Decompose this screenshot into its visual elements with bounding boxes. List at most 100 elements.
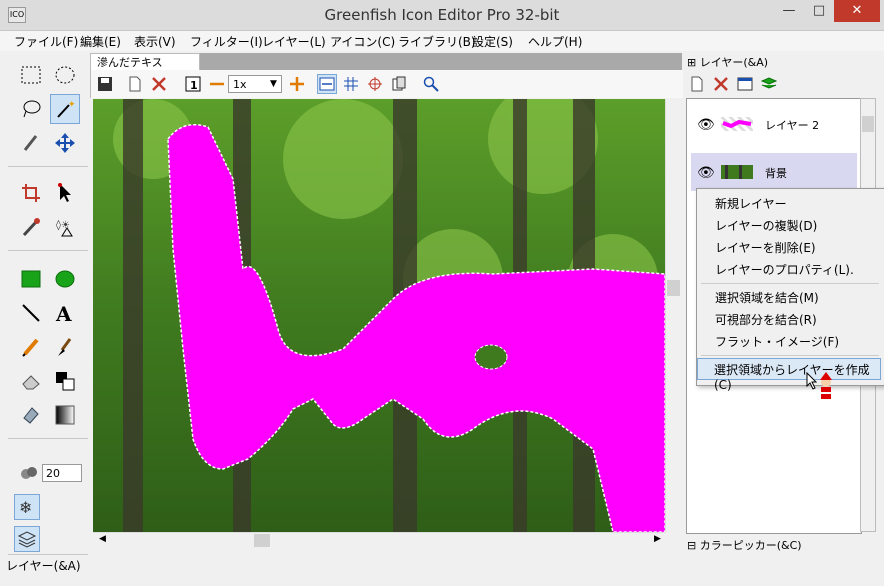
zoom-in-icon[interactable]: [287, 74, 307, 94]
eraser-icon[interactable]: [16, 366, 46, 396]
fit-width-icon[interactable]: [317, 74, 337, 94]
menu-file[interactable]: ファイル(F): [14, 33, 78, 50]
layer-row[interactable]: 👁 レイヤー 2: [691, 105, 857, 143]
svg-text:✦: ✦: [68, 100, 76, 110]
preview-icon[interactable]: [389, 74, 409, 94]
layer-panel-label[interactable]: レイヤー(&A): [6, 557, 81, 574]
crosshair-icon[interactable]: [365, 74, 385, 94]
merge-layers-icon[interactable]: [759, 74, 779, 94]
move-icon[interactable]: [50, 128, 80, 158]
save-icon[interactable]: [95, 74, 115, 94]
pointer-icon[interactable]: [50, 178, 80, 208]
eye-icon[interactable]: 👁: [697, 165, 715, 181]
new-layer-icon[interactable]: [687, 74, 707, 94]
layers-panel-header[interactable]: ⊞ レイヤー(&A): [687, 54, 877, 70]
pencil-icon[interactable]: [16, 332, 46, 362]
menu-item-merge-visible[interactable]: 可視部分を結合(R): [715, 311, 817, 328]
scroll-left-icon[interactable]: ◀: [99, 534, 106, 544]
eye-icon[interactable]: 👁: [697, 117, 715, 133]
color-picker-header[interactable]: ⊟ カラーピッカー(&C): [687, 537, 877, 553]
magic-wand-icon[interactable]: ✦: [50, 94, 80, 124]
maximize-button[interactable]: □: [804, 0, 834, 22]
menu-bar: ファイル(F) 編集(E) 表示(V) フィルター(I) レイヤー(L) アイコ…: [0, 31, 884, 51]
menu-icon[interactable]: アイコン(C): [330, 33, 395, 50]
expand-icon[interactable]: ⊞: [687, 56, 696, 69]
layer-scroll-thumb[interactable]: [862, 116, 874, 132]
menu-help[interactable]: ヘルプ(H): [528, 33, 582, 50]
menu-item-duplicate-layer[interactable]: レイヤーの複製(D): [715, 217, 817, 234]
scroll-right-icon[interactable]: ▶: [654, 534, 661, 544]
vertical-scroll-thumb[interactable]: [667, 280, 680, 296]
chevron-down-icon: ▼: [270, 79, 277, 89]
canvas-vertical-scrollbar[interactable]: [665, 99, 683, 532]
canvas-horizontal-scrollbar[interactable]: [93, 532, 665, 550]
menu-item-merge-selection[interactable]: 選択領域を結合(M): [715, 289, 819, 306]
layer-row[interactable]: 👁 背景: [691, 153, 857, 191]
zoom-out-icon[interactable]: [207, 74, 227, 94]
crop-icon[interactable]: [16, 178, 46, 208]
collapse-icon[interactable]: ⊟: [687, 539, 696, 552]
menu-filter[interactable]: フィルター(I): [190, 33, 263, 50]
menu-view[interactable]: 表示(V): [134, 33, 176, 50]
brush-size-input[interactable]: 20: [42, 464, 82, 482]
layer-properties-icon[interactable]: [735, 74, 755, 94]
toolbox-separator: [8, 554, 88, 555]
layer-context-menu: 新規レイヤー レイヤーの複製(D) レイヤーを削除(E) レイヤーのプロパティ(…: [696, 188, 884, 386]
minimize-button[interactable]: —: [774, 0, 804, 22]
delete-icon[interactable]: [149, 74, 169, 94]
recolor-icon[interactable]: [16, 400, 46, 430]
horizontal-scroll-thumb[interactable]: [254, 534, 270, 547]
color-picker-title: カラーピッカー(&C): [699, 539, 802, 552]
menu-library[interactable]: ライブラリ(B): [398, 33, 476, 50]
smudge-icon[interactable]: [16, 128, 46, 158]
mouse-cursor-icon: [806, 371, 836, 407]
ellipse-icon[interactable]: [50, 264, 80, 294]
fill-icon[interactable]: ◊☀: [50, 212, 80, 242]
line-icon[interactable]: [16, 298, 46, 328]
gradient-icon[interactable]: [50, 400, 80, 430]
rect-select-icon[interactable]: [16, 60, 46, 90]
brush-shape-icon: [14, 458, 44, 488]
eyedropper-icon[interactable]: [16, 212, 46, 242]
layers-toolbar: [687, 74, 877, 96]
actual-size-icon[interactable]: 1: [183, 74, 203, 94]
menu-separator: [701, 355, 879, 356]
menu-item-layer-from-selection[interactable]: 選択領域からレイヤーを作成(C): [714, 361, 884, 392]
grid-icon[interactable]: [341, 74, 361, 94]
menu-separator: [701, 283, 879, 284]
menu-layer[interactable]: レイヤー(L): [262, 33, 326, 50]
rectangle-icon[interactable]: [16, 264, 46, 294]
menu-settings[interactable]: 設定(S): [472, 33, 513, 50]
window-title: Greenfish Icon Editor Pro 32-bit: [324, 6, 560, 24]
layer-thumbnail: [721, 117, 753, 131]
image-canvas[interactable]: [93, 99, 665, 532]
svg-text:❄: ❄: [19, 498, 32, 517]
layers-panel-title: レイヤー(&A): [699, 56, 769, 69]
svg-text:1: 1: [190, 79, 198, 92]
text-icon[interactable]: A: [50, 298, 80, 328]
snowflake-icon[interactable]: ❄: [14, 494, 40, 520]
layers-icon[interactable]: [14, 526, 40, 552]
document-tab[interactable]: 滲んだテキスト.png*: [90, 53, 200, 86]
svg-text:A: A: [55, 302, 72, 324]
menu-item-delete-layer[interactable]: レイヤーを削除(E): [715, 239, 816, 256]
brush-icon[interactable]: [50, 332, 80, 362]
toolbox-separator: [8, 250, 88, 251]
new-document-icon[interactable]: [125, 74, 145, 94]
menu-item-new-layer[interactable]: 新規レイヤー: [715, 195, 787, 212]
menu-item-flatten-image[interactable]: フラット・イメージ(F): [715, 333, 839, 350]
toolbox: ✦ ◊☀ A 20 ❄: [4, 54, 88, 574]
magnifier-icon[interactable]: [421, 74, 441, 94]
menu-item-layer-properties[interactable]: レイヤーのプロパティ(L).: [715, 261, 854, 278]
lasso-icon[interactable]: [16, 94, 46, 124]
layer-thumbnail: [721, 165, 753, 179]
ellipse-select-icon[interactable]: [50, 60, 80, 90]
close-button[interactable]: ✕: [834, 0, 880, 22]
delete-layer-icon[interactable]: [711, 74, 731, 94]
document-toolbar: 1: [90, 70, 683, 98]
layer-name: 背景: [765, 167, 787, 180]
color-swap-icon[interactable]: [50, 366, 80, 396]
menu-edit[interactable]: 編集(E): [80, 33, 121, 50]
layer-name: レイヤー 2: [765, 119, 820, 132]
toolbox-separator: [8, 438, 88, 439]
